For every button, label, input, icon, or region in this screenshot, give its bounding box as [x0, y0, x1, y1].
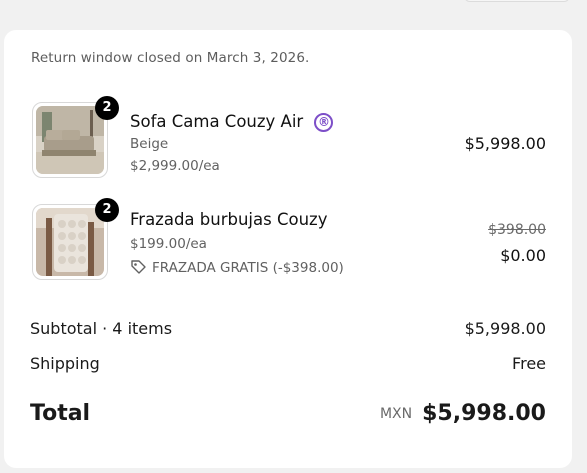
discount-line: FRAZADA GRATIS (-$398.00): [130, 259, 344, 279]
product-variant: Beige: [130, 136, 169, 152]
subtotal-label: Subtotal · 4 items: [30, 319, 173, 338]
original-price: $398.00: [488, 222, 546, 238]
product-thumbnail: 2: [32, 198, 119, 280]
total-value: $5,998.00: [422, 401, 546, 426]
total-label: Total: [30, 401, 91, 426]
sofa-image: [36, 106, 104, 174]
product-name: Sofa Cama Couzy Air ®: [130, 112, 334, 132]
product-unit-price: $2,999.00/ea: [130, 158, 220, 174]
order-summary-card: Return window closed on March 3, 2026. 2: [4, 30, 572, 468]
quantity-badge: 2: [95, 198, 119, 222]
top-action-button[interactable]: [464, 0, 570, 2]
line-item-price: $5,998.00: [464, 134, 546, 153]
product-name: Frazada burbujas Couzy: [130, 210, 328, 229]
discount-label: FRAZADA GRATIS: [152, 260, 269, 276]
subtotal-value: $5,998.00: [464, 319, 546, 338]
shipping-label: Shipping: [30, 354, 100, 373]
line-item-price: $0.00: [500, 246, 546, 265]
product-name-text: Sofa Cama Couzy Air: [130, 112, 304, 131]
tag-icon: [130, 259, 146, 279]
blanket-image: [36, 208, 104, 276]
registered-icon: ®: [314, 113, 334, 132]
quantity-badge: 2: [95, 96, 119, 120]
currency-code: MXN: [379, 406, 413, 422]
discount-amount: (-$398.00): [272, 260, 344, 276]
product-thumbnail: 2: [32, 96, 119, 178]
shipping-value: Free: [512, 354, 546, 373]
total-value-group: MXN $5,998.00: [380, 401, 546, 426]
return-window-note: Return window closed on March 3, 2026.: [31, 50, 310, 66]
product-unit-price: $199.00/ea: [130, 236, 207, 252]
